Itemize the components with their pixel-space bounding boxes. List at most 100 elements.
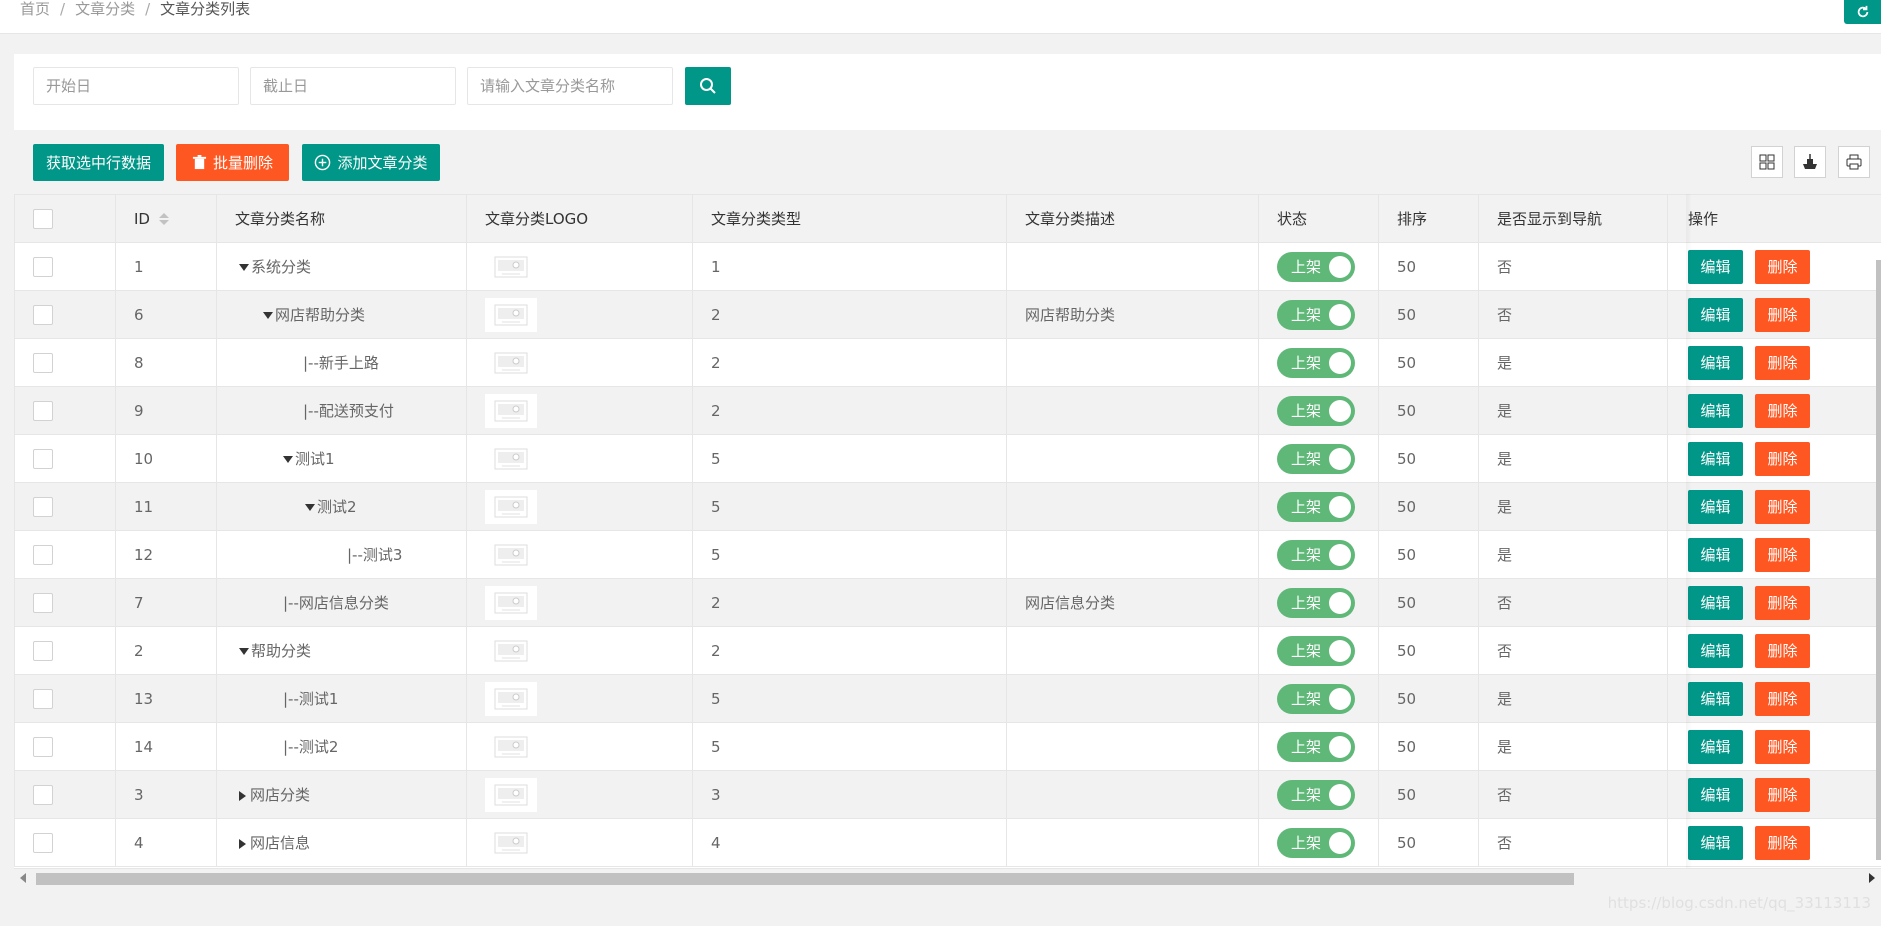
delete-button[interactable]: 删除	[1755, 393, 1810, 428]
start-date-input[interactable]	[33, 67, 239, 105]
breadcrumb-category[interactable]: 文章分类	[75, 0, 135, 18]
status-toggle[interactable]: 上架	[1277, 299, 1355, 330]
delete-button[interactable]: 删除	[1755, 297, 1810, 332]
search-icon	[700, 78, 716, 94]
status-toggle[interactable]: 上架	[1277, 587, 1355, 618]
row-checkbox[interactable]	[33, 496, 53, 517]
breadcrumb-home[interactable]: 首页	[20, 0, 50, 18]
status-toggle[interactable]: 上架	[1277, 635, 1355, 666]
sort-icon[interactable]	[158, 212, 170, 226]
select-all-checkbox[interactable]	[33, 208, 53, 229]
row-checkbox[interactable]	[33, 832, 53, 853]
edit-button[interactable]: 编辑	[1688, 777, 1743, 812]
row-checkbox[interactable]	[33, 352, 53, 373]
collapse-arrow-icon[interactable]	[283, 456, 293, 463]
edit-button[interactable]: 编辑	[1688, 345, 1743, 380]
category-name: |--新手上路	[303, 354, 379, 372]
cell-sort: 50	[1378, 290, 1479, 339]
collapse-arrow-icon[interactable]	[239, 264, 249, 271]
status-toggle[interactable]: 上架	[1277, 251, 1355, 282]
row-checkbox-cell	[14, 290, 116, 339]
cell-type: 2	[692, 578, 1007, 627]
expand-arrow-icon[interactable]	[239, 838, 246, 849]
cell-ops: 编辑 删除	[1667, 770, 1881, 819]
end-date-input[interactable]	[250, 67, 456, 105]
edit-button[interactable]: 编辑	[1688, 297, 1743, 332]
edit-button[interactable]: 编辑	[1688, 633, 1743, 668]
refresh-button[interactable]	[1844, 0, 1881, 24]
scroll-right-arrow[interactable]	[1869, 873, 1875, 883]
edit-button[interactable]: 编辑	[1688, 729, 1743, 764]
header-id[interactable]: ID	[115, 194, 217, 243]
delete-button[interactable]: 删除	[1755, 489, 1810, 524]
get-selected-rows-button[interactable]: 获取选中行数据	[33, 144, 164, 181]
status-toggle[interactable]: 上架	[1277, 827, 1355, 858]
row-checkbox[interactable]	[33, 256, 53, 277]
columns-filter-button[interactable]	[1751, 146, 1783, 178]
row-checkbox[interactable]	[33, 448, 53, 469]
cell-type: 2	[692, 338, 1007, 387]
collapse-arrow-icon[interactable]	[239, 648, 249, 655]
collapse-arrow-icon[interactable]	[263, 312, 273, 319]
status-toggle[interactable]: 上架	[1277, 443, 1355, 474]
delete-button[interactable]: 删除	[1755, 345, 1810, 380]
edit-button[interactable]: 编辑	[1688, 393, 1743, 428]
cell-desc: 网店帮助分类	[1006, 290, 1259, 339]
edit-button[interactable]: 编辑	[1688, 441, 1743, 476]
cell-name: 帮助分类	[216, 626, 467, 675]
search-button[interactable]	[685, 67, 731, 105]
row-checkbox[interactable]	[33, 400, 53, 421]
edit-button[interactable]: 编辑	[1688, 537, 1743, 572]
edit-button[interactable]: 编辑	[1688, 249, 1743, 284]
edit-button[interactable]: 编辑	[1688, 489, 1743, 524]
row-checkbox[interactable]	[33, 736, 53, 757]
edit-button[interactable]: 编辑	[1688, 825, 1743, 860]
status-toggle[interactable]: 上架	[1277, 395, 1355, 426]
edit-button[interactable]: 编辑	[1688, 681, 1743, 716]
status-toggle[interactable]: 上架	[1277, 539, 1355, 570]
category-name: |--网店信息分类	[283, 594, 389, 612]
status-toggle-label: 上架	[1291, 690, 1322, 708]
horizontal-scrollbar[interactable]	[14, 868, 1881, 886]
expand-arrow-icon[interactable]	[239, 790, 246, 801]
toggle-knob	[1329, 495, 1351, 518]
row-checkbox[interactable]	[33, 544, 53, 565]
delete-button[interactable]: 删除	[1755, 249, 1810, 284]
category-logo-image	[485, 537, 537, 572]
delete-button[interactable]: 删除	[1755, 585, 1810, 620]
category-name-input[interactable]	[467, 67, 673, 105]
status-toggle[interactable]: 上架	[1277, 491, 1355, 522]
status-toggle[interactable]: 上架	[1277, 683, 1355, 714]
delete-button[interactable]: 删除	[1755, 777, 1810, 812]
delete-button[interactable]: 删除	[1755, 633, 1810, 668]
vertical-scrollbar[interactable]	[1876, 260, 1881, 860]
scrollbar-thumb[interactable]	[36, 873, 1574, 885]
columns-icon	[1759, 154, 1775, 170]
cell-id: 2	[115, 626, 217, 675]
header-logo: 文章分类LOGO	[466, 194, 693, 243]
status-toggle[interactable]: 上架	[1277, 347, 1355, 378]
status-toggle[interactable]: 上架	[1277, 731, 1355, 762]
row-checkbox[interactable]	[33, 640, 53, 661]
row-checkbox[interactable]	[33, 592, 53, 613]
delete-button[interactable]: 删除	[1755, 825, 1810, 860]
edit-button[interactable]: 编辑	[1688, 585, 1743, 620]
export-button[interactable]	[1794, 146, 1826, 178]
add-category-button[interactable]: 添加文章分类	[302, 144, 440, 181]
row-checkbox[interactable]	[33, 304, 53, 325]
row-checkbox[interactable]	[33, 688, 53, 709]
cell-name: 网店帮助分类	[216, 290, 467, 339]
row-checkbox[interactable]	[33, 784, 53, 805]
cell-logo	[466, 386, 693, 435]
print-button[interactable]	[1838, 146, 1870, 178]
delete-button[interactable]: 删除	[1755, 681, 1810, 716]
delete-button[interactable]: 删除	[1755, 537, 1810, 572]
batch-delete-button[interactable]: 批量删除	[176, 144, 289, 181]
category-logo-image	[485, 825, 537, 860]
status-toggle[interactable]: 上架	[1277, 779, 1355, 810]
delete-button[interactable]: 删除	[1755, 729, 1810, 764]
scroll-left-arrow[interactable]	[20, 873, 26, 883]
collapse-arrow-icon[interactable]	[305, 504, 315, 511]
table-row: 1 系统分类 1 上架 50 否编辑 删除	[14, 242, 1881, 291]
delete-button[interactable]: 删除	[1755, 441, 1810, 476]
